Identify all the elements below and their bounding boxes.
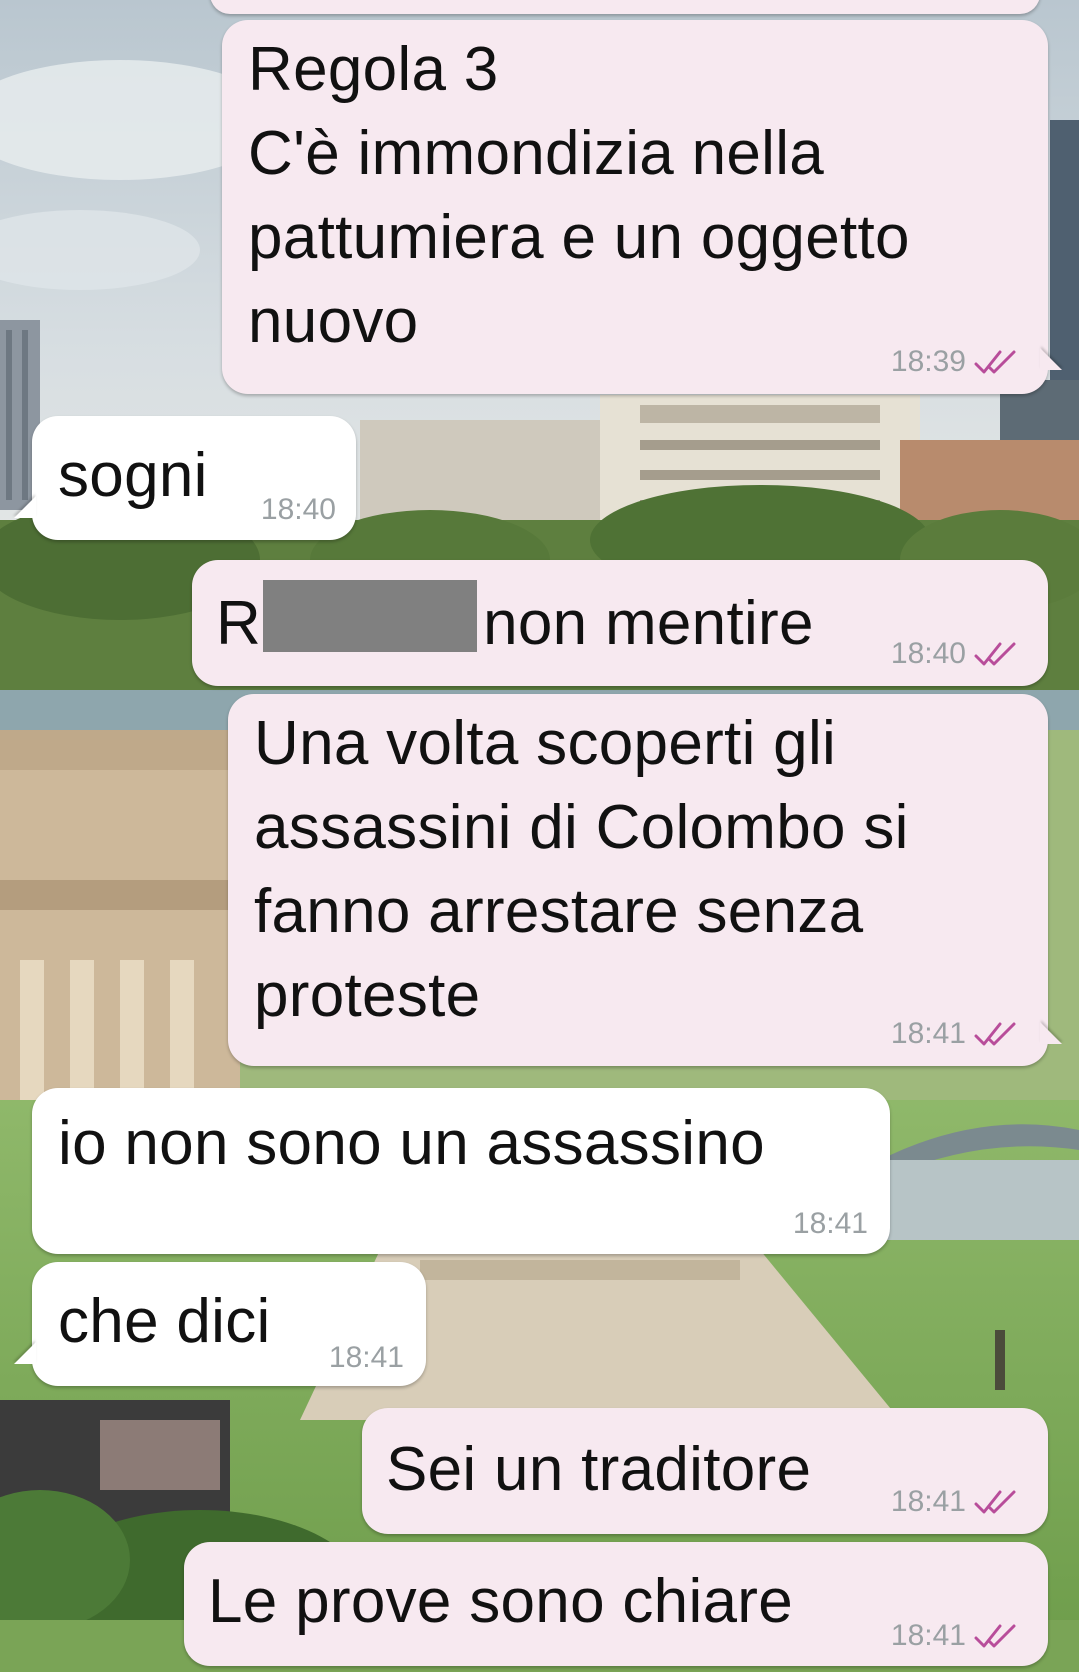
message-timestamp: 18:40	[260, 493, 336, 526]
bubble-tail	[1040, 348, 1062, 370]
double-check-icon	[974, 350, 1016, 374]
message-text-start: R	[216, 589, 262, 658]
message-meta: 18:39	[891, 344, 1020, 380]
message-timestamp: 18:39	[890, 345, 966, 378]
incoming-message-bubble[interactable]: sogni 18:40	[32, 416, 356, 540]
message-meta: 18:41	[329, 1340, 404, 1376]
message-text: Una volta scoperti gli assassini di Colo…	[254, 709, 909, 1030]
message-meta: 18:40	[261, 492, 336, 528]
incoming-message-bubble[interactable]: io non sono un assassino 18:41	[32, 1088, 890, 1254]
bubble-tail	[14, 1342, 36, 1364]
message-meta: 18:41	[891, 1618, 1020, 1654]
message-text: Le prove sono chiare	[208, 1567, 794, 1636]
message-text: Sei un traditore	[386, 1435, 812, 1504]
double-check-icon	[974, 1624, 1016, 1648]
previous-message-bubble-partial[interactable]	[210, 0, 1040, 14]
message-text: Regola 3 C'è immondizia nella pattumiera…	[248, 35, 910, 356]
message-text: Rnon mentire	[216, 580, 814, 666]
outgoing-message-bubble[interactable]: Una volta scoperti gli assassini di Colo…	[228, 694, 1048, 1066]
message-timestamp: 18:41	[328, 1341, 404, 1374]
message-meta: 18:40	[891, 636, 1020, 672]
message-timestamp: 18:41	[890, 1619, 966, 1652]
redacted-name-block	[263, 580, 478, 652]
double-check-icon	[974, 1022, 1016, 1046]
incoming-message-bubble[interactable]: che dici 18:41	[32, 1262, 426, 1386]
message-meta: 18:41	[891, 1484, 1020, 1520]
message-timestamp: 18:41	[792, 1207, 868, 1240]
message-text: sogni	[58, 441, 208, 510]
message-timestamp: 18:41	[890, 1485, 966, 1518]
message-meta: 18:41	[891, 1016, 1020, 1052]
outgoing-message-bubble[interactable]: Le prove sono chiare 18:41	[184, 1542, 1048, 1666]
message-text: io non sono un assassino	[58, 1109, 765, 1178]
outgoing-message-bubble[interactable]: Regola 3 C'è immondizia nella pattumiera…	[222, 20, 1048, 394]
double-check-icon	[974, 642, 1016, 666]
bubble-tail	[1040, 1022, 1062, 1044]
message-timestamp: 18:40	[890, 637, 966, 670]
double-check-icon	[974, 1490, 1016, 1514]
message-text-end: non mentire	[483, 589, 814, 658]
message-meta: 18:41	[793, 1206, 868, 1242]
outgoing-message-bubble[interactable]: Rnon mentire 18:40	[192, 560, 1048, 686]
bubble-tail	[14, 496, 36, 518]
outgoing-message-bubble[interactable]: Sei un traditore 18:41	[362, 1408, 1048, 1534]
message-timestamp: 18:41	[890, 1017, 966, 1050]
message-text: che dici	[58, 1287, 271, 1356]
